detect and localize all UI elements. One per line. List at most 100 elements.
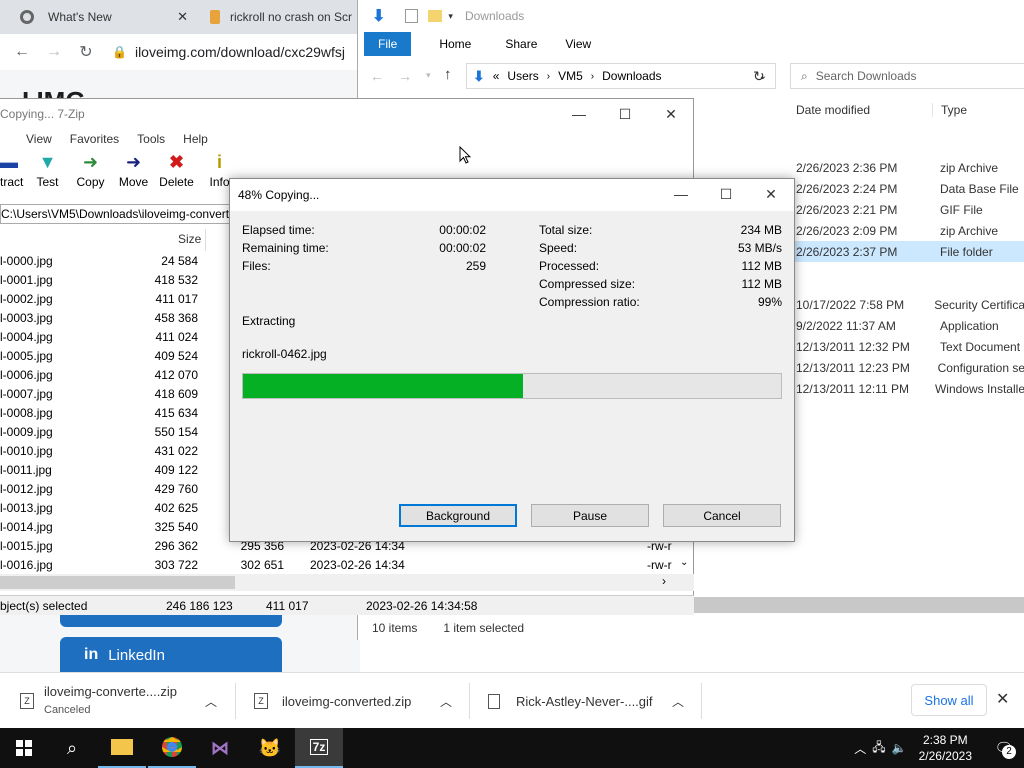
file-row[interactable]: 12/13/2011 12:23 PM Configuration se [788, 357, 1024, 378]
quick-access-dropdown-icon[interactable]: ▾ [448, 11, 453, 22]
download-item-1[interactable]: Z iloveimg-converte....zip Canceled ︿ [0, 673, 236, 729]
file-row[interactable]: 2/26/2023 2:24 PM Data Base File [788, 178, 1024, 199]
windows-taskbar: ⌕ ⋈ 🐱 7z ︿ 🖧 🔈 2:38 PM 2/26/2023 🗨2 [0, 728, 1024, 768]
maximize-icon[interactable]: ☐ [703, 179, 749, 209]
move-arrow-icon: ➜ [125, 151, 142, 172]
menu-help[interactable]: Help [183, 132, 208, 146]
extract-button[interactable]: ▬ tract [0, 151, 26, 190]
file-date: 2/26/2023 2:09 PM [796, 223, 898, 238]
breadcrumb-downloads[interactable]: Downloads [602, 69, 661, 83]
up-arrow-icon[interactable]: ↑ [444, 66, 452, 83]
breadcrumb-users[interactable]: Users [507, 69, 538, 83]
menu-view[interactable]: View [26, 132, 52, 146]
cancel-button[interactable]: Cancel [663, 504, 781, 527]
archive-file-row[interactable]: l-0016.jpg 303 722 302 651 2023-02-26 14:34… [0, 556, 694, 575]
chevron-up-icon[interactable]: ︿ [440, 693, 452, 710]
maximize-icon[interactable]: ☐ [602, 99, 648, 129]
stat-value: 112 MB [741, 259, 782, 273]
column-date-modified[interactable]: Date modified [788, 103, 932, 117]
scrollbar-thumb[interactable] [0, 576, 235, 589]
address-bar[interactable]: 🔒 iloveimg.com/download/cxc29wfsj [112, 40, 372, 64]
window-title: Downloads [464, 9, 525, 23]
minimize-icon[interactable]: — [658, 179, 704, 209]
breadcrumb-vm5[interactable]: VM5 [558, 69, 583, 83]
back-icon[interactable]: ← [370, 68, 384, 84]
linkedin-share-button[interactable]: in LinkedIn [60, 637, 282, 673]
recent-dropdown-icon[interactable]: ▾ [426, 70, 431, 81]
scroll-right-icon[interactable]: › [662, 574, 666, 588]
file-row[interactable]: 12/13/2011 12:32 PM Text Document [788, 336, 1024, 357]
close-shelf-icon[interactable]: ✕ [996, 689, 1009, 709]
ribbon-tab-file[interactable]: File [364, 32, 412, 56]
file-row[interactable]: 2/26/2023 2:36 PM zip Archive [788, 157, 1024, 178]
clock[interactable]: 2:38 PM 2/26/2023 [913, 732, 978, 764]
breadcrumb-overflow[interactable]: « [493, 69, 500, 83]
forward-icon[interactable]: → [38, 36, 70, 68]
reload-icon[interactable]: ↻ [70, 36, 102, 68]
back-icon[interactable]: ← [6, 36, 38, 68]
file-row[interactable]: 2/26/2023 2:09 PM zip Archive [788, 220, 1024, 241]
search-icon[interactable]: ⌕ [48, 728, 96, 768]
close-tab-icon[interactable]: ✕ [177, 9, 188, 25]
path-input[interactable]: C:\Users\VM5\Downloads\iloveimg-convert [0, 204, 230, 224]
ribbon-tab-share[interactable]: Share [491, 32, 551, 56]
stat-value: 259 [465, 259, 486, 273]
file-type: zip Archive [940, 223, 999, 238]
download-item-3[interactable]: Rick-Astley-Never-....gif ︿ [470, 673, 702, 729]
minimize-icon[interactable]: — [556, 99, 602, 129]
column-type[interactable]: Type [932, 103, 967, 117]
file-row[interactable]: 10/17/2022 7:58 PM Security Certifica [788, 294, 1024, 315]
download-item-2[interactable]: Z iloveimg-converted.zip ︿ [236, 673, 470, 729]
properties-icon[interactable] [405, 9, 419, 23]
pause-button[interactable]: Pause [531, 504, 649, 527]
ribbon-tab-home[interactable]: Home [425, 32, 485, 56]
chrome-tab-rickroll[interactable]: rickroll no crash on Scr [196, 0, 360, 34]
archive-file-name: l-0004.jpg [0, 330, 53, 344]
menu-tools[interactable]: Tools [137, 132, 165, 146]
file-row[interactable]: 12/13/2011 12:11 PM Windows Installe [788, 378, 1024, 399]
menu-favorites[interactable]: Favorites [70, 132, 119, 146]
7zip-taskbar-icon[interactable]: 7z [295, 728, 343, 768]
system-tray: ︿ 🖧 🔈 2:38 PM 2/26/2023 🗨2 [854, 728, 1024, 768]
clock-date: 2/26/2023 [918, 749, 972, 763]
stat-label: Speed: [539, 241, 578, 255]
file-date: 2/26/2023 2:36 PM [796, 160, 898, 175]
delete-button[interactable]: ✖ Delete [155, 151, 198, 190]
test-button[interactable]: ▼ Test [26, 151, 69, 190]
file-row[interactable]: 2/26/2023 2:37 PM File folder [788, 241, 1024, 262]
notification-icon[interactable]: 🗨2 [984, 739, 1024, 759]
volume-icon[interactable]: 🔈 [892, 741, 907, 755]
show-all-button[interactable]: Show all [911, 684, 987, 716]
column-size[interactable]: Size [178, 232, 201, 246]
file-explorer-icon[interactable] [98, 728, 146, 768]
chevron-up-icon[interactable]: ︿ [205, 693, 217, 710]
search-input[interactable]: ⌕ Search Downloads [790, 63, 1024, 89]
download-arrow-icon: ⬇ [473, 67, 485, 84]
chrome-icon[interactable] [148, 728, 196, 768]
forward-icon[interactable]: → [398, 68, 412, 84]
archive-file-name: l-0012.jpg [0, 482, 53, 496]
network-icon[interactable]: 🖧 [872, 738, 885, 759]
background-button[interactable]: Background [399, 504, 517, 527]
scratch-cat-icon[interactable]: 🐱 [246, 728, 294, 768]
info-icon: i [216, 151, 222, 172]
horizontal-scrollbar[interactable] [694, 597, 1024, 613]
new-folder-icon[interactable] [428, 10, 443, 22]
refresh-icon[interactable]: ↻ [753, 68, 765, 85]
address-breadcrumb[interactable]: ⬇ « Users › VM5 › Downloads ⌄ [466, 63, 776, 89]
ribbon-tab-view[interactable]: View [551, 32, 605, 56]
windows-logo-icon [16, 740, 32, 756]
close-icon[interactable]: ✕ [648, 99, 694, 129]
chrome-tab-whats-new[interactable]: What's New ✕ [0, 0, 196, 34]
stat-label: Processed: [539, 259, 600, 273]
chevron-up-icon[interactable]: ︿ [672, 693, 684, 710]
start-windows-icon[interactable] [0, 728, 48, 768]
chevron-up-icon[interactable]: ︿ [854, 740, 866, 757]
file-row[interactable]: 9/2/2022 11:37 AM Application [788, 315, 1024, 336]
copy-button[interactable]: ➜ Copy [69, 151, 112, 190]
file-row[interactable]: 2/26/2023 2:21 PM GIF File [788, 199, 1024, 220]
visual-studio-icon[interactable]: ⋈ [196, 728, 244, 768]
move-button[interactable]: ➜ Move [112, 151, 155, 190]
file-date: 2/26/2023 2:21 PM [796, 202, 898, 217]
close-icon[interactable]: ✕ [748, 179, 794, 209]
